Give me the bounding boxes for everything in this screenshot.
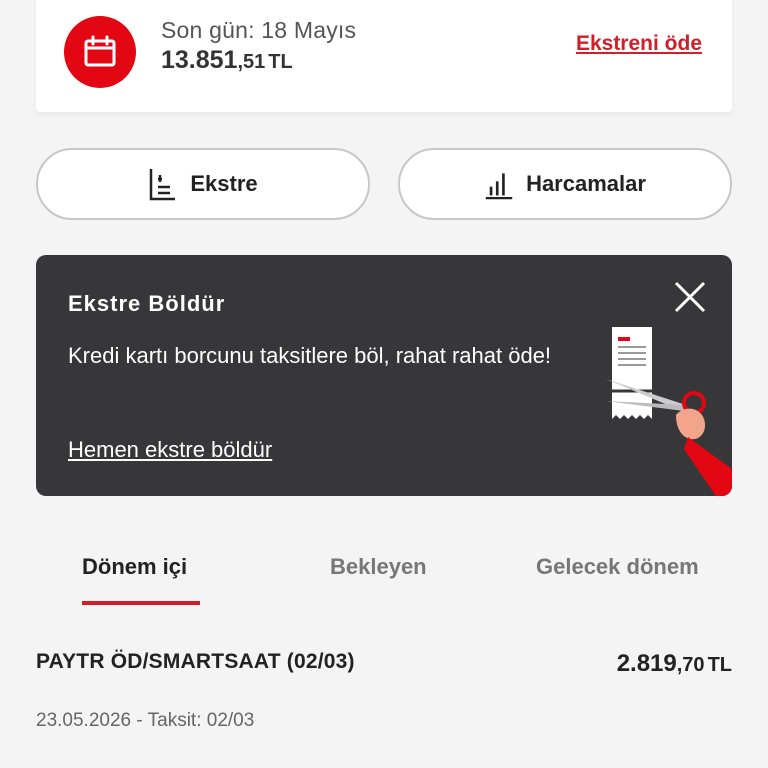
tab-current-period[interactable]: Dönem içi (82, 554, 187, 580)
transaction-amount: 2.819,70 TL (617, 650, 732, 678)
statement-button-label: Ekstre (190, 171, 258, 196)
tab-pending[interactable]: Bekleyen (330, 554, 427, 580)
due-card: Son gün: 18 Mayıs 13.851,51 TL Ekstreni ö… (36, 0, 732, 112)
transaction-amount-currency: TL (707, 654, 732, 676)
transaction-meta: 23.05.2026 - Taksit: 02/03 (36, 710, 255, 731)
active-tab-indicator (82, 601, 200, 605)
split-statement-link[interactable]: Hemen ekstre böldür (68, 437, 272, 463)
due-info: Son gün: 18 Mayıs 13.851,51 TL (161, 17, 356, 75)
transaction-amount-integer: 2.819 (616, 650, 677, 677)
scissors-receipt-illustration (596, 319, 732, 496)
calendar-icon (64, 16, 136, 88)
statement-button[interactable]: Ekstre (36, 148, 370, 220)
due-amount-currency: TL (268, 51, 293, 73)
pay-statement-link[interactable]: Ekstreni öde (576, 32, 702, 56)
period-tabs: Dönem içi Bekleyen Gelecek dönem (0, 540, 768, 610)
transaction-row[interactable]: PAYTR ÖD/SMARTSAAT (02/03) 2.819,70 TL 23… (36, 650, 732, 732)
split-statement-banner: Ekstre Böldür Kredi kartı borcunu taksit… (36, 255, 732, 496)
bar-chart-icon (484, 167, 514, 201)
transaction-amount-decimal: ,70 (676, 654, 705, 676)
spending-button[interactable]: Harcamalar (398, 148, 732, 220)
due-date-label: Son gün: 18 Mayıs (161, 17, 357, 43)
banner-description: Kredi kartı borcunu taksitlere böl, raha… (68, 343, 552, 368)
spending-button-label: Harcamalar (526, 171, 646, 196)
due-amount-decimal: ,51 (237, 51, 266, 73)
due-amount-integer: 13.851 (161, 46, 238, 74)
tab-next-period[interactable]: Gelecek dönem (536, 554, 699, 580)
banner-title: Ekstre Böldür (68, 291, 226, 316)
statement-icon (148, 167, 178, 201)
close-icon[interactable] (672, 279, 708, 315)
due-amount: 13.851,51 TL (161, 46, 356, 75)
